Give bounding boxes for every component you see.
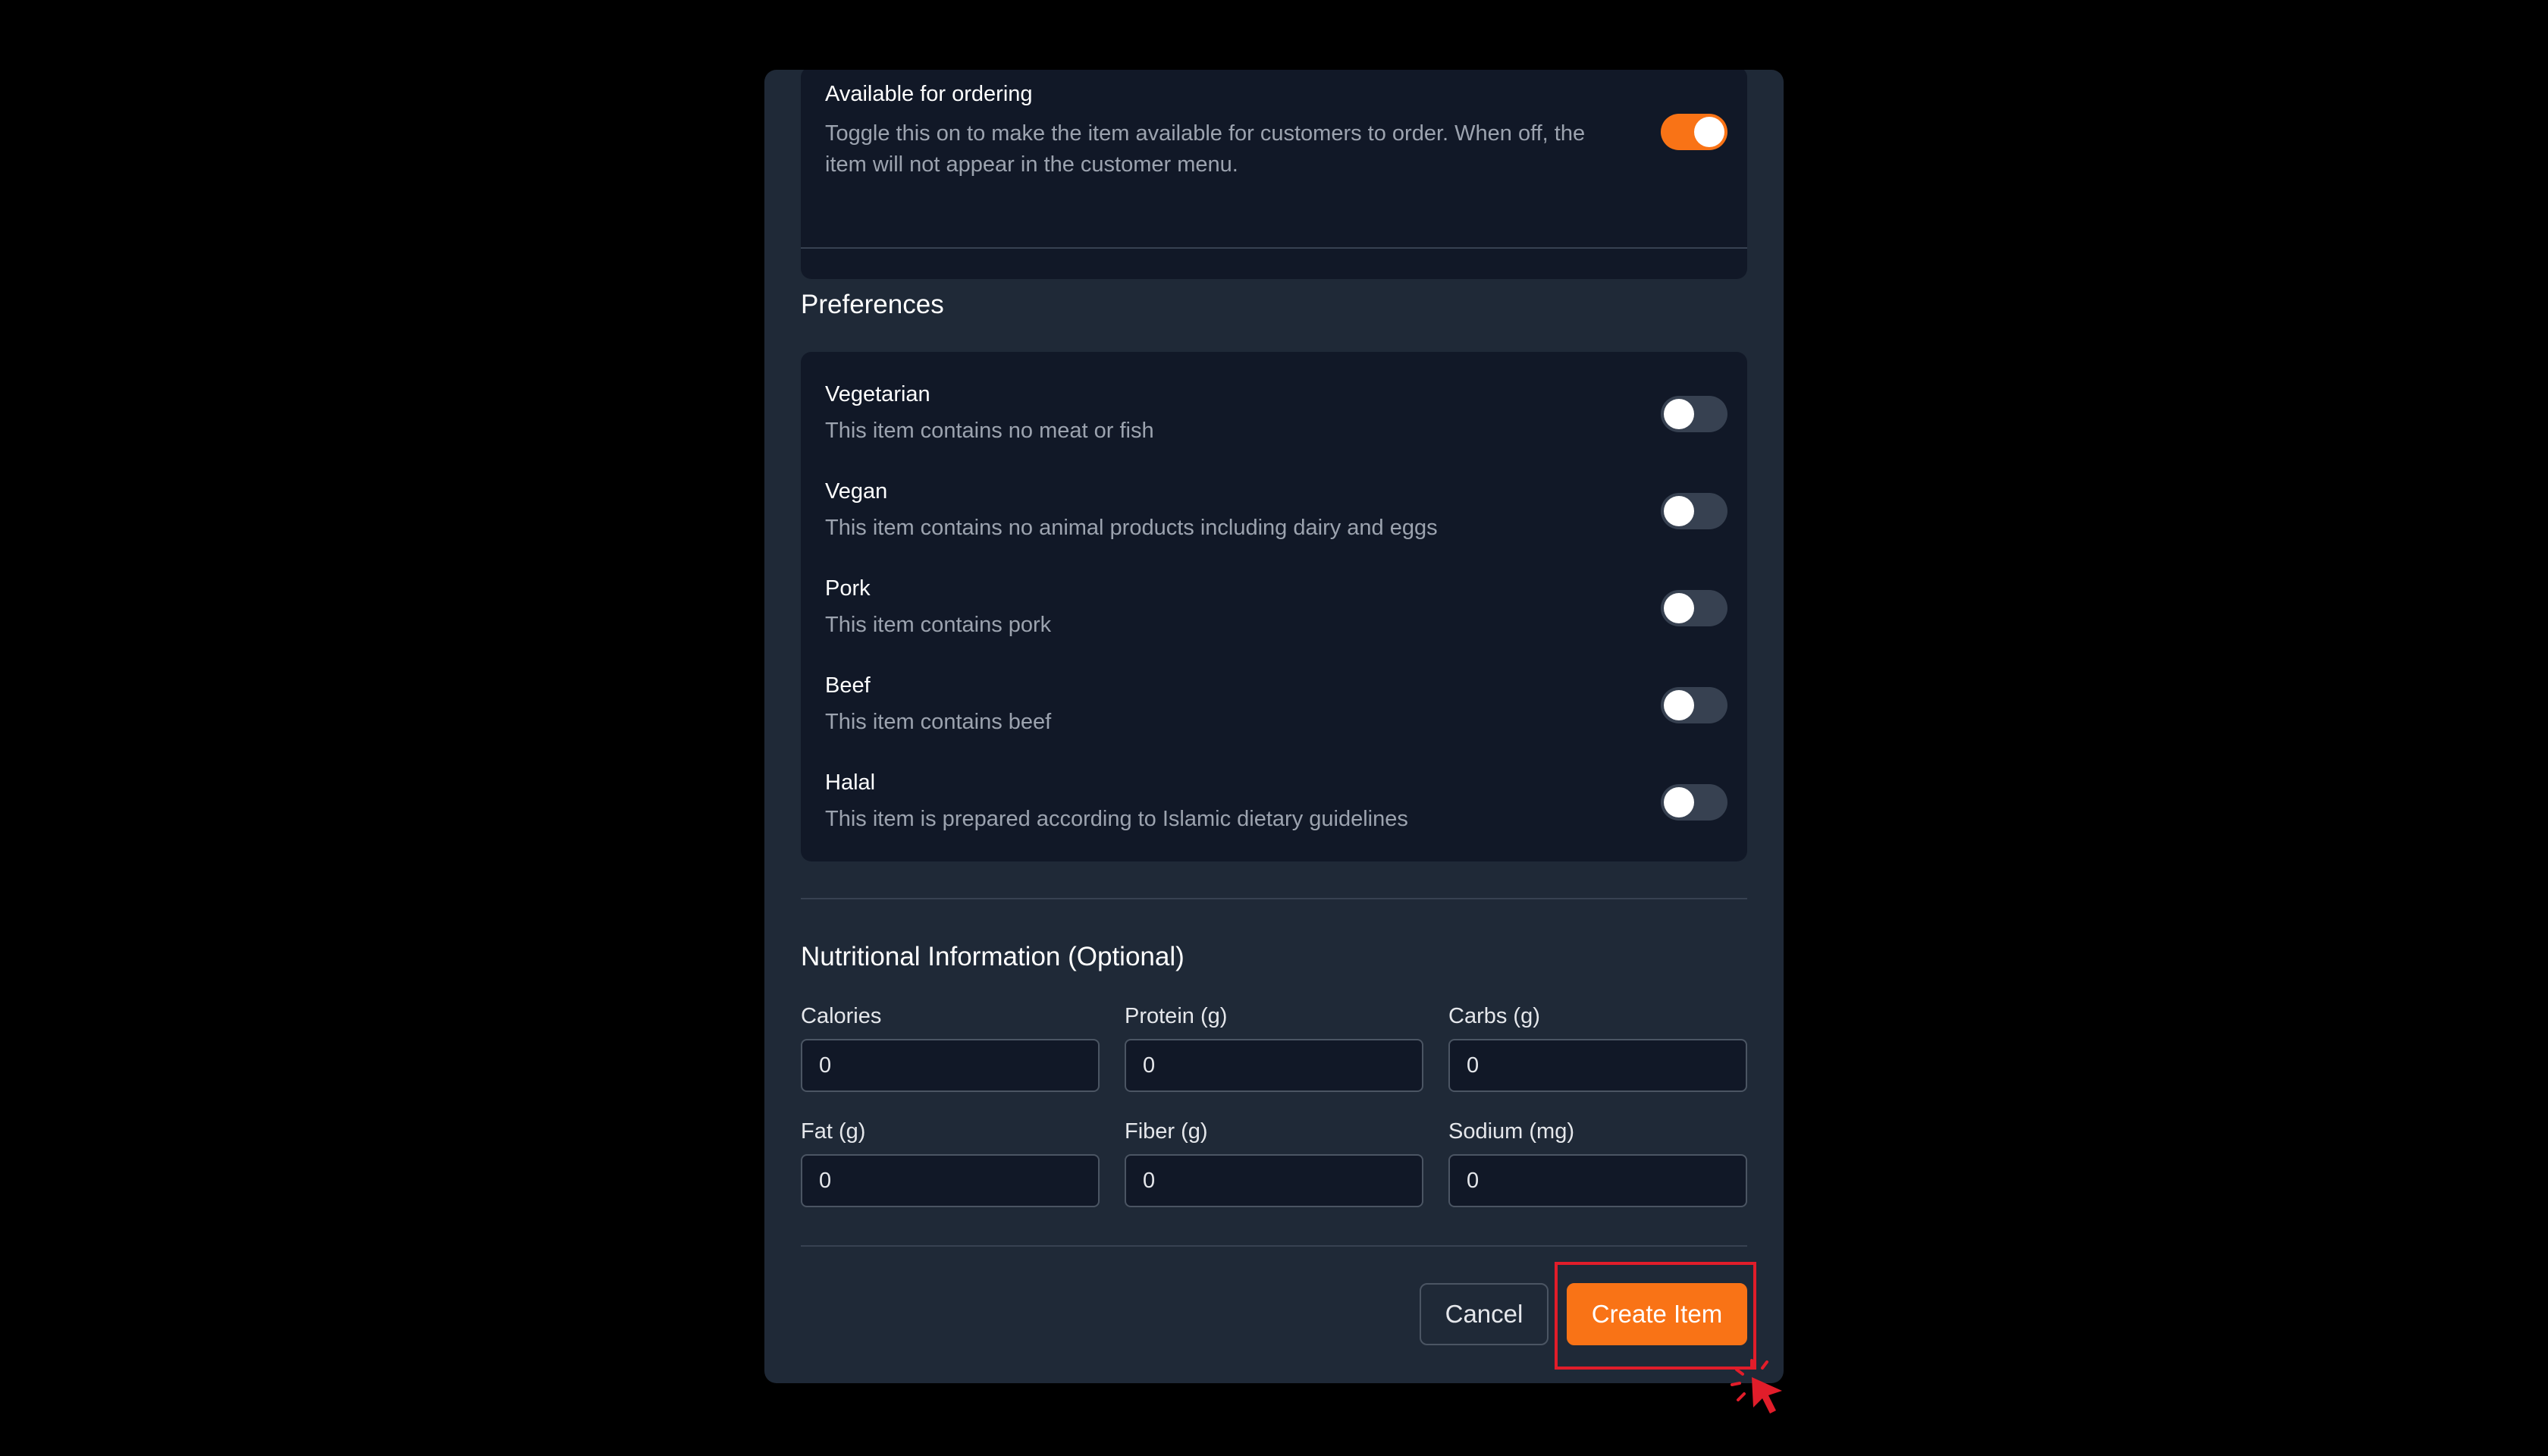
toggle-knob: [1664, 399, 1694, 429]
preference-label: Pork: [825, 576, 871, 601]
pork-toggle[interactable]: [1661, 590, 1727, 626]
vegetarian-toggle[interactable]: [1661, 396, 1727, 432]
cancel-button[interactable]: Cancel: [1420, 1283, 1549, 1345]
protein-input[interactable]: 0: [1125, 1039, 1423, 1092]
cursor-click-icon: [1731, 1359, 1782, 1414]
preference-description: This item is prepared according to Islam…: [825, 807, 1408, 831]
click-highlight-box: [1555, 1262, 1756, 1370]
preference-description: This item contains no animal products in…: [825, 516, 1438, 540]
beef-toggle[interactable]: [1661, 687, 1727, 723]
divider: [801, 247, 1747, 249]
sodium-input[interactable]: 0: [1448, 1154, 1747, 1207]
preferences-title: Preferences: [801, 290, 944, 319]
toggle-knob: [1664, 496, 1694, 526]
preferences-card: Vegetarian This item contains no meat or…: [801, 352, 1747, 861]
calories-label: Calories: [801, 1004, 882, 1028]
toggle-knob: [1664, 690, 1694, 720]
preference-label: Vegetarian: [825, 382, 930, 406]
divider: [801, 1245, 1747, 1247]
preference-label: Halal: [825, 770, 876, 795]
availability-description: Toggle this on to make the item availabl…: [825, 121, 1586, 177]
toggle-knob: [1664, 787, 1694, 817]
preference-description: This item contains no meat or fish: [825, 419, 1154, 443]
preference-label: Vegan: [825, 479, 888, 504]
halal-toggle[interactable]: [1661, 784, 1727, 821]
availability-title: Available for ordering: [825, 82, 1033, 106]
carbs-label: Carbs (g): [1448, 1004, 1540, 1028]
fiber-label: Fiber (g): [1125, 1119, 1208, 1144]
protein-label: Protein (g): [1125, 1004, 1228, 1028]
fiber-input[interactable]: 0: [1125, 1154, 1423, 1207]
toggle-knob: [1664, 593, 1694, 623]
nutrition-title: Nutritional Information (Optional): [801, 942, 1185, 971]
fat-input[interactable]: 0: [801, 1154, 1100, 1207]
availability-toggle[interactable]: [1661, 114, 1727, 150]
fat-label: Fat (g): [801, 1119, 866, 1144]
preference-description: This item contains beef: [825, 710, 1052, 734]
carbs-input[interactable]: 0: [1448, 1039, 1747, 1092]
toggle-knob: [1694, 117, 1724, 147]
divider: [801, 898, 1747, 899]
create-item-modal: Available for ordering Toggle this on to…: [764, 70, 1784, 1383]
preference-label: Beef: [825, 673, 871, 698]
calories-input[interactable]: 0: [801, 1039, 1100, 1092]
preference-description: This item contains pork: [825, 613, 1052, 637]
vegan-toggle[interactable]: [1661, 493, 1727, 529]
sodium-label: Sodium (mg): [1448, 1119, 1574, 1144]
